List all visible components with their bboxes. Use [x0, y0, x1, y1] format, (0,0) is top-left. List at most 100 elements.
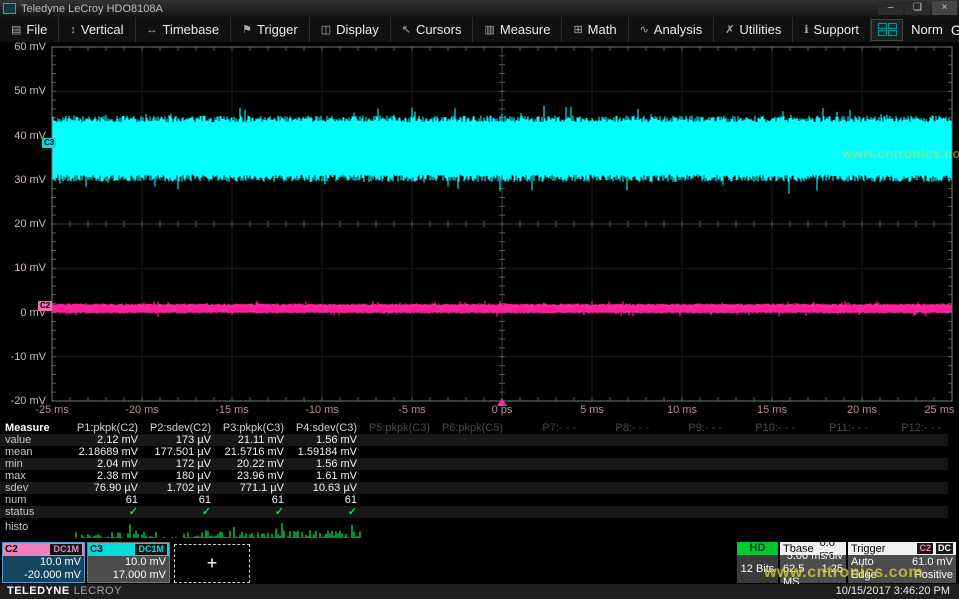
measure-column-header[interactable]: P7:- - -: [503, 422, 576, 434]
table-row: sdev76.90 µV1.702 µV771.1 µV10.63 µV: [0, 482, 948, 494]
waveform-canvas: [0, 42, 959, 422]
menu-item-label: Display: [336, 22, 379, 37]
measure-cell: [795, 458, 868, 470]
measure-cell: [868, 482, 941, 494]
y-axis-label: 40 mV: [0, 130, 46, 142]
measure-cell: [795, 482, 868, 494]
measure-cell: [722, 458, 795, 470]
measure-cell: 61: [138, 494, 211, 506]
measure-table: MeasureP1:pkpk(C2)P2:sdev(C2)P3:pkpk(C3)…: [0, 422, 959, 518]
measure-cell: [795, 506, 868, 518]
channel-c3-descriptor[interactable]: C3 DC1M 10.0 mV 17.000 mV: [87, 542, 170, 583]
add-channel-button[interactable]: +: [174, 544, 250, 583]
minimize-button[interactable]: –: [878, 1, 903, 15]
measure-cell: [576, 482, 649, 494]
measure-cell: [795, 470, 868, 482]
measure-column-header[interactable]: P3:pkpk(C3): [211, 422, 284, 434]
measure-cell: ✓: [65, 506, 138, 518]
table-row: min2.04 mV172 µV20.22 mV1.56 mV: [0, 458, 948, 470]
measure-cell: [868, 434, 941, 446]
timebase-box[interactable]: Tbase 0.0 ms 5.00 ms/div 62.5 MS 1.25: [780, 542, 846, 583]
cursors-icon: ↖: [402, 23, 411, 36]
c2-offset-marker[interactable]: C2: [38, 301, 52, 311]
measure-column-header[interactable]: P8:- - -: [576, 422, 649, 434]
menu-item-display[interactable]: ◫Display: [310, 17, 391, 42]
x-axis-label: -25 ms: [35, 404, 69, 416]
maximize-button[interactable]: ❏: [905, 1, 930, 15]
measure-cell: [357, 470, 430, 482]
measure-cell: [430, 482, 503, 494]
measure-column-header[interactable]: P11:- - -: [795, 422, 868, 434]
measure-column-header[interactable]: P4:sdev(C3): [284, 422, 357, 434]
measure-column-header[interactable]: P10:- - -: [722, 422, 795, 434]
measure-cell: [357, 434, 430, 446]
gesture-button[interactable]: Gesture: [951, 22, 959, 38]
measure-cell: [868, 494, 941, 506]
measure-cell: [795, 434, 868, 446]
measure-cell: [649, 458, 722, 470]
measure-cell: [357, 446, 430, 458]
y-axis-label: -10 mV: [0, 351, 46, 363]
close-button[interactable]: ×: [932, 1, 957, 15]
measure-cell: 173 µV: [138, 434, 211, 446]
measure-cell: 20.22 mV: [211, 458, 284, 470]
measure-column-header[interactable]: P1:pkpk(C2): [65, 422, 138, 434]
measure-cell: [722, 482, 795, 494]
x-axis-label: -15 ms: [215, 404, 249, 416]
measure-column-header[interactable]: P2:sdev(C2): [138, 422, 211, 434]
measure-cell: 61: [284, 494, 357, 506]
vertical-icon: ↕: [70, 24, 76, 36]
menu-item-measure[interactable]: ▥Measure: [473, 17, 562, 42]
measure-column-header[interactable]: P6:pkpk(C5): [430, 422, 503, 434]
table-row: value2.12 mV173 µV21.11 mV1.56 mV: [0, 434, 948, 446]
measure-cell: 23.96 mV: [211, 470, 284, 482]
measure-cell: [576, 458, 649, 470]
analysis-icon: ∿: [640, 23, 649, 36]
menu-item-trigger[interactable]: ⚑Trigger: [231, 17, 310, 42]
measure-cell: [503, 506, 576, 518]
menu-item-utilities[interactable]: ✗Utilities: [714, 17, 793, 42]
menu-item-label: Timebase: [163, 22, 220, 37]
x-axis-label: 15 ms: [757, 404, 787, 416]
measure-cell: 2.04 mV: [65, 458, 138, 470]
measure-cell: [357, 506, 430, 518]
measure-row-label: max: [0, 470, 65, 482]
measure-cell: [649, 446, 722, 458]
measure-cell: [649, 434, 722, 446]
measure-cell: [649, 506, 722, 518]
menu-item-label: Analysis: [654, 22, 702, 37]
menu-item-file[interactable]: ▤File: [0, 17, 59, 42]
channel-c2-descriptor[interactable]: C2 DC1M 10.0 mV -20.000 mV: [2, 542, 85, 583]
x-axis-label: -10 ms: [305, 404, 339, 416]
menu-item-math[interactable]: ⊞Math: [562, 17, 628, 42]
measure-cell: [576, 494, 649, 506]
trigger-icon: ⚑: [242, 23, 252, 36]
measure-cell: 1.702 µV: [138, 482, 211, 494]
y-axis-label: 20 mV: [0, 218, 46, 230]
menu-item-timebase[interactable]: ↔Timebase: [136, 17, 232, 42]
histogram-row: histo: [0, 518, 959, 541]
c3-offset-marker[interactable]: C3: [42, 138, 56, 148]
c3-scale: 10.0 mV: [88, 556, 166, 569]
measure-row-label: num: [0, 494, 65, 506]
measure-cell: [430, 494, 503, 506]
menu-item-analysis[interactable]: ∿ Analysis: [629, 17, 715, 42]
hd-mode-box[interactable]: HD 12 Bits: [737, 542, 778, 583]
measure-cell: [868, 458, 941, 470]
x-axis-label: 20 ms: [847, 404, 877, 416]
menu-item-label: File: [26, 22, 47, 37]
menu-item-label: Cursors: [416, 22, 462, 37]
measure-cell: 771.1 µV: [211, 482, 284, 494]
menu-item-support[interactable]: ℹSupport: [793, 17, 871, 42]
measure-column-header[interactable]: P5:pkpk(C3): [357, 422, 430, 434]
measure-column-header[interactable]: P12:- - -: [868, 422, 941, 434]
menu-item-cursors[interactable]: ↖ Cursors: [391, 17, 474, 42]
menu-item-vertical[interactable]: ↕Vertical: [59, 17, 135, 42]
measure-column-header[interactable]: P9:- - -: [649, 422, 722, 434]
measure-cell: [576, 470, 649, 482]
trigger-time-marker[interactable]: [497, 398, 507, 406]
c3-offset: 17.000 mV: [88, 569, 166, 582]
trigger-box[interactable]: Trigger C2 DC Auto 61.0 mV Edge Positive: [848, 542, 956, 583]
grid-display-button[interactable]: [871, 19, 903, 41]
measure-cell: [576, 434, 649, 446]
